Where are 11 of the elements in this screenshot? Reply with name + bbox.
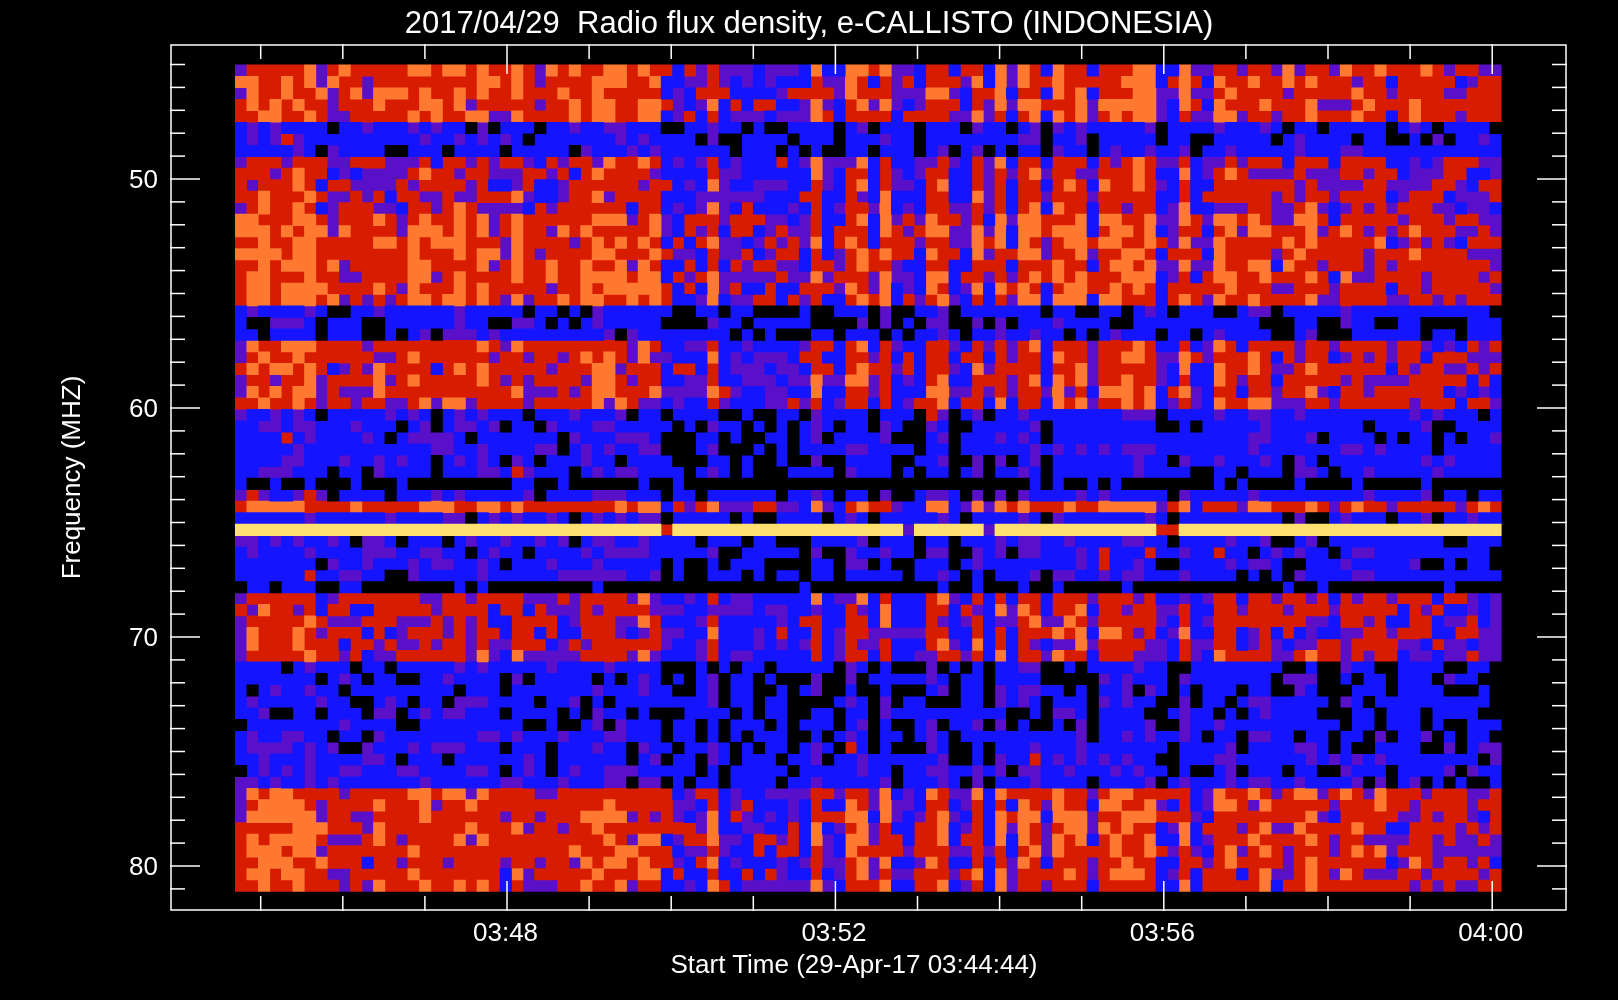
x-tick-label: 03:52 bbox=[801, 919, 867, 945]
chart-title: 2017/04/29 Radio flux density, e-CALLISTO (INDONESIA) bbox=[404, 6, 1214, 38]
y-axis-title: Frequency (MHZ) bbox=[55, 375, 88, 579]
x-tick-label: 03:48 bbox=[473, 919, 539, 945]
y-tick-label: 70 bbox=[129, 624, 158, 650]
y-tick-label: 60 bbox=[129, 395, 158, 421]
x-tick-label: 04:00 bbox=[1458, 919, 1524, 945]
y-tick-label: 50 bbox=[129, 166, 158, 192]
x-tick-label: 03:56 bbox=[1129, 919, 1195, 945]
x-axis-title: Start Time (29-Apr-17 03:44:44) bbox=[670, 951, 1038, 977]
y-tick-label: 80 bbox=[129, 853, 158, 879]
